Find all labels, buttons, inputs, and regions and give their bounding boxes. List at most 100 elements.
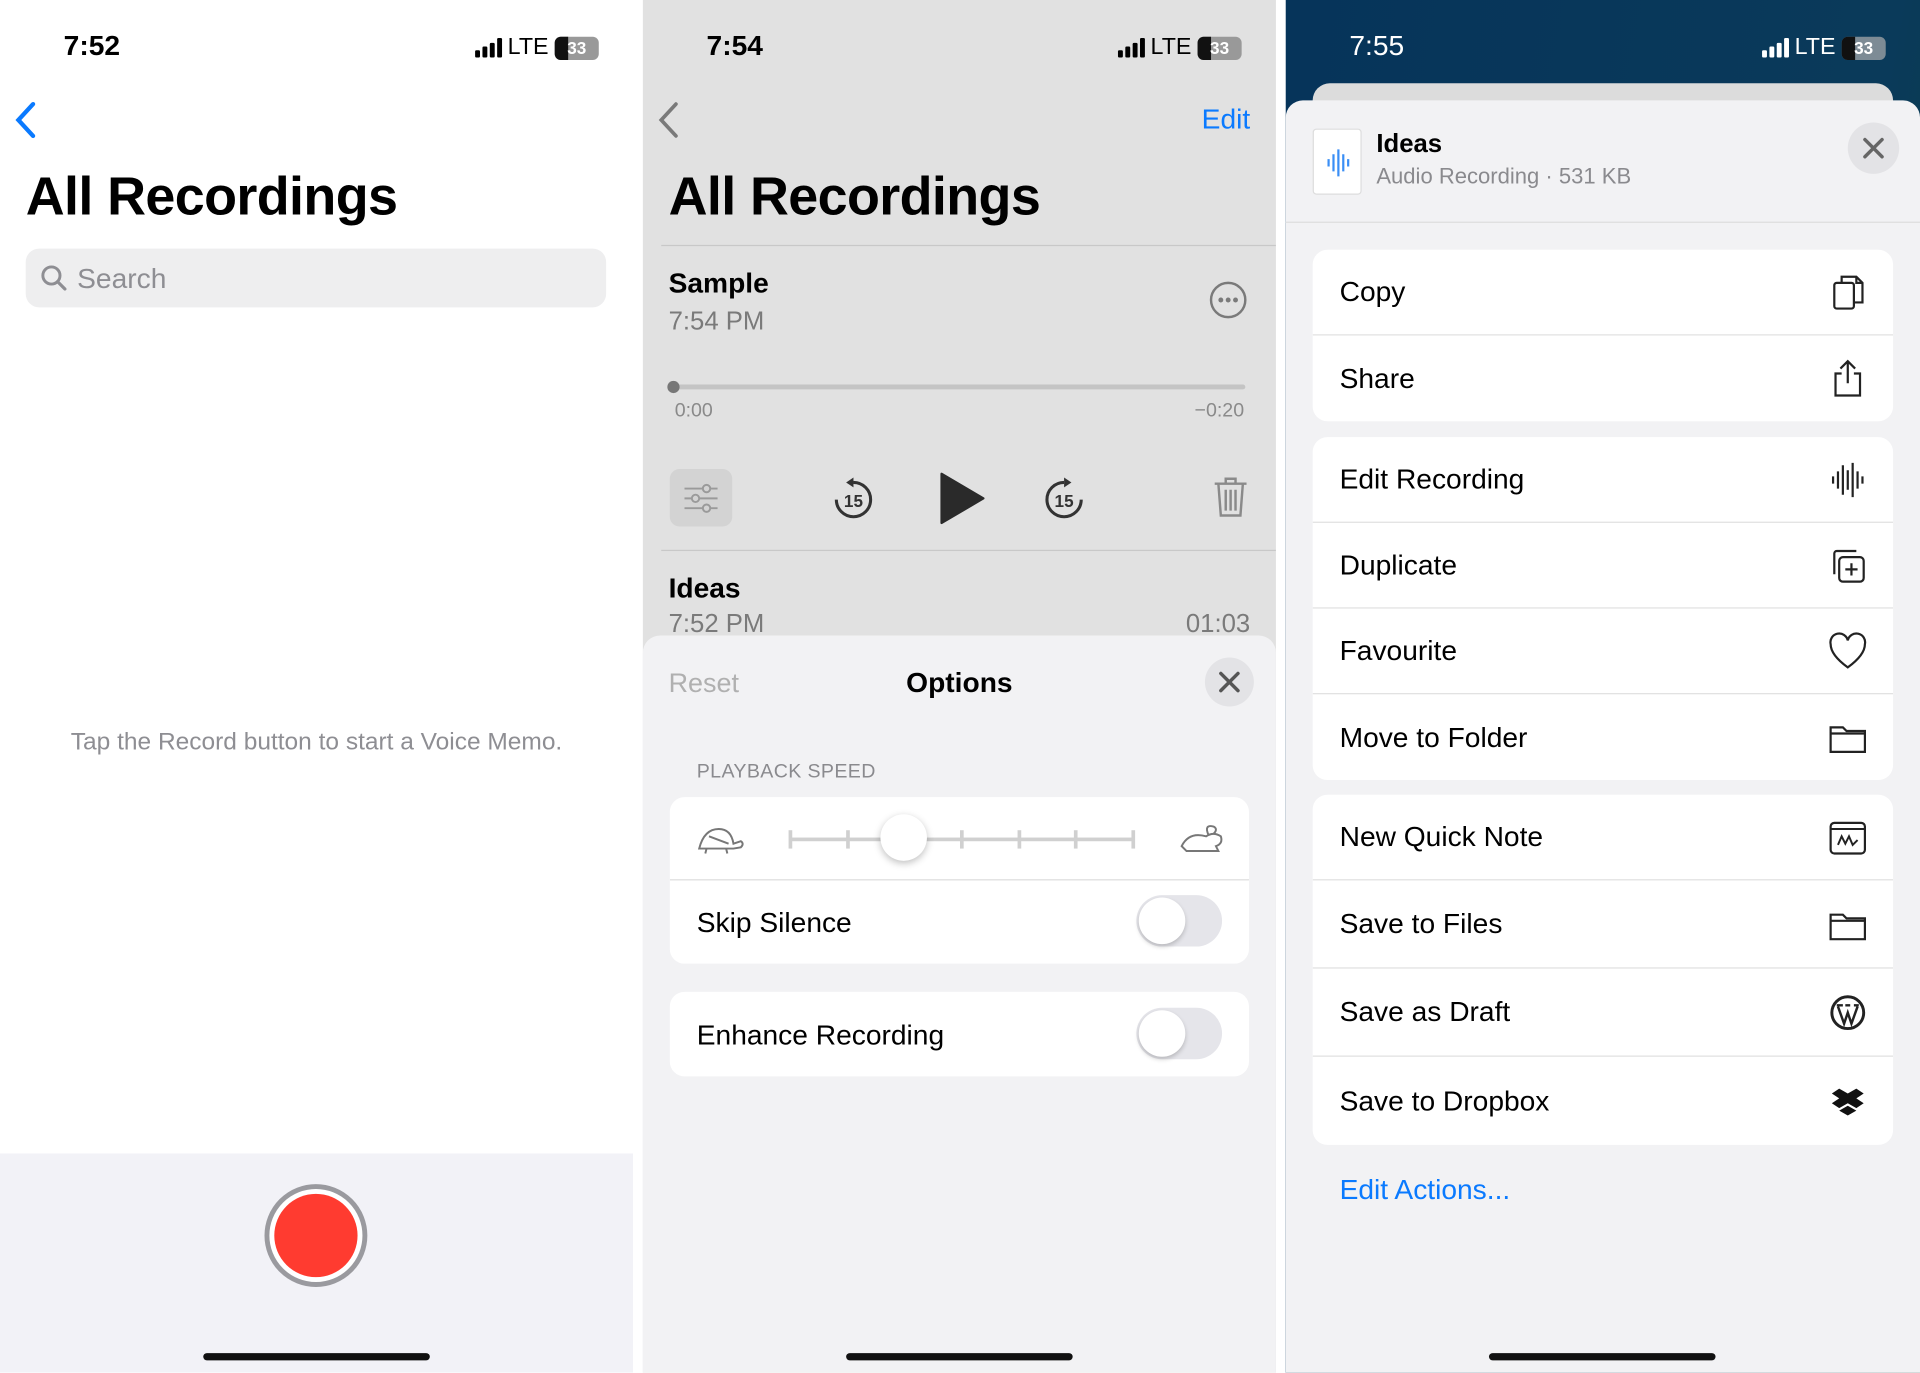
action-edit-recording[interactable]: Edit Recording (1312, 437, 1894, 523)
elapsed-time: 0:00 (674, 400, 713, 422)
network-label: LTE (1150, 34, 1192, 61)
enhance-group: Enhance Recording (669, 991, 1249, 1077)
audio-file-icon (1312, 128, 1362, 195)
action-move-to-folder[interactable]: Move to Folder (1313, 694, 1893, 780)
action-label: New Quick Note (1339, 820, 1544, 853)
trash-icon[interactable] (1211, 475, 1250, 519)
speed-tick (845, 830, 850, 849)
record-toolbar (0, 1153, 634, 1373)
action-share[interactable]: Share (1313, 336, 1893, 422)
speed-tick (1017, 830, 1021, 849)
panel-empty-recordings: 7:52 LTE 33 All Recordings Search Tap the… (0, 0, 634, 1373)
speed-slider-thumb[interactable] (880, 814, 928, 861)
home-indicator (203, 1353, 430, 1361)
skip-forward-15-icon[interactable]: 15 (1042, 475, 1086, 522)
svg-text:15: 15 (844, 491, 864, 511)
file-meta: Audio Recording · 531 KB (1376, 164, 1632, 189)
recording-name[interactable]: Ideas (669, 572, 741, 605)
skip-silence-label: Skip Silence (696, 906, 852, 938)
action-save-to-dropbox[interactable]: Save to Dropbox (1313, 1057, 1893, 1145)
action-label: Save as Draft (1339, 995, 1511, 1028)
action-copy[interactable]: Copy (1312, 250, 1894, 336)
page-title: All Recordings (668, 166, 1041, 227)
waveform-icon (1831, 462, 1864, 497)
empty-message: Tap the Record button to start a Voice M… (70, 728, 563, 756)
record-button[interactable] (264, 1184, 368, 1287)
speed-tick (788, 830, 793, 849)
folder-icon (1829, 726, 1867, 753)
action-save-to-files[interactable]: Save to Files (1312, 880, 1894, 969)
page-title: All Recordings (25, 166, 398, 227)
search-placeholder: Search (77, 261, 167, 294)
search-icon (41, 265, 67, 291)
action-label: Favourite (1339, 634, 1458, 667)
action-label: Save to Files (1339, 907, 1503, 940)
home-indicator (846, 1353, 1073, 1361)
status-time: 7:55 (1349, 29, 1405, 62)
battery-icon: 33 (554, 36, 599, 60)
signal-icon (1761, 37, 1789, 58)
more-options-icon[interactable] (1209, 280, 1248, 319)
play-icon[interactable] (937, 470, 986, 526)
rabbit-icon (1180, 825, 1223, 853)
signal-icon (1117, 37, 1145, 58)
recording-name[interactable]: Sample (669, 267, 769, 300)
action-group: New Quick Note Save to Files Save as Draft… (1312, 794, 1894, 1145)
action-label: Copy (1339, 275, 1406, 308)
action-new-quick-note[interactable]: New Quick Note (1312, 795, 1894, 881)
edit-button[interactable]: Edit (1202, 103, 1251, 136)
sliders-icon (684, 483, 718, 513)
speed-tick (1131, 830, 1136, 849)
battery-icon: 33 (1197, 36, 1242, 60)
action-group: Copy Share (1312, 249, 1894, 422)
speed-tick (960, 830, 964, 849)
status-bar: LTE 33 (1117, 34, 1242, 61)
quick-note-icon (1829, 821, 1867, 854)
wordpress-icon (1830, 994, 1866, 1030)
home-indicator (1488, 1353, 1716, 1361)
back-chevron-icon[interactable] (12, 100, 39, 139)
action-label: Share (1339, 361, 1415, 394)
search-input[interactable]: Search (25, 248, 607, 308)
speed-tick (1074, 830, 1078, 849)
heart-icon (1829, 631, 1867, 669)
close-button[interactable] (1204, 657, 1254, 707)
share-sheet: Ideas Audio Recording · 531 KB Copy Share… (1285, 100, 1920, 1373)
status-bar: LTE 33 (1761, 34, 1886, 61)
status-time: 7:52 (63, 29, 121, 62)
skip-back-15-icon[interactable]: 15 (831, 475, 875, 522)
back-chevron-icon[interactable] (655, 100, 682, 139)
copy-icon (1833, 275, 1864, 310)
duplicate-icon (1833, 549, 1865, 583)
file-name: Ideas (1376, 129, 1443, 158)
action-duplicate[interactable]: Duplicate (1312, 523, 1894, 609)
action-save-as-draft[interactable]: Save as Draft (1312, 969, 1894, 1057)
dropbox-icon (1831, 1088, 1864, 1116)
battery-icon: 33 (1841, 36, 1886, 60)
playback-group: Skip Silence (669, 797, 1249, 964)
share-icon (1834, 359, 1862, 397)
remaining-time: −0:20 (1194, 400, 1245, 422)
network-label: LTE (507, 34, 549, 61)
options-button[interactable] (669, 468, 733, 527)
action-favourite[interactable]: Favourite (1312, 609, 1894, 695)
panel-share-sheet: 7:55 LTE 33 Ideas Audio Recording · 531 K… (1285, 0, 1920, 1373)
action-label: Save to Dropbox (1339, 1084, 1550, 1117)
close-icon (1863, 137, 1884, 159)
options-sheet: Reset Options PLAYBACK SPEED Skip Silenc… (642, 635, 1276, 1373)
close-button[interactable] (1847, 122, 1900, 174)
signal-icon (474, 37, 502, 58)
enhance-recording-toggle[interactable] (1136, 1007, 1223, 1060)
recording-time: 7:54 PM (668, 307, 765, 336)
section-label: PLAYBACK SPEED (696, 761, 876, 783)
scrubber[interactable] (667, 380, 1246, 394)
network-label: LTE (1794, 34, 1836, 61)
enhance-recording-label: Enhance Recording (696, 1018, 945, 1051)
folder-icon (1829, 912, 1867, 940)
edit-actions-link[interactable]: Edit Actions... (1340, 1173, 1511, 1206)
status-time: 7:54 (706, 29, 763, 62)
action-group: Edit Recording Duplicate Favourite Move to … (1312, 437, 1894, 781)
close-icon (1219, 671, 1240, 693)
action-label: Move to Folder (1339, 720, 1528, 753)
skip-silence-toggle[interactable] (1136, 895, 1223, 947)
